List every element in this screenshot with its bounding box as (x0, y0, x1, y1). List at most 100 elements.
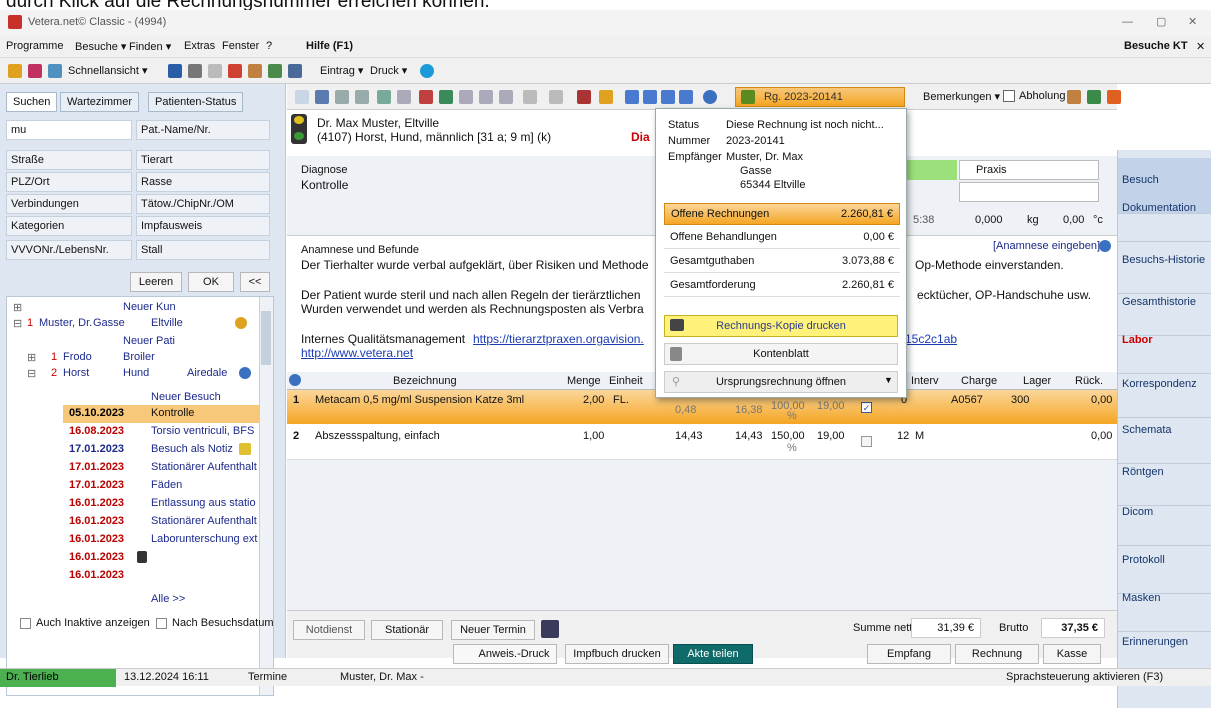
row-menge[interactable]: 1,00 (583, 430, 604, 442)
patient-icon[interactable] (8, 64, 22, 78)
row-bezeichnung[interactable]: Metacam 0,5 mg/ml Suspension Katze 3ml (315, 394, 524, 406)
row-rueck[interactable]: 0,00 (1091, 394, 1112, 406)
row-lager[interactable]: 300 (1011, 394, 1029, 406)
row-interv[interactable]: 12 (897, 430, 909, 442)
calculator-icon[interactable] (288, 64, 302, 78)
tab-patienten-status[interactable]: Patienten-Status (148, 92, 244, 112)
visit-date[interactable]: 05.10.2023 (69, 407, 124, 419)
info-icon[interactable] (703, 90, 717, 104)
neuer-termin-button[interactable]: Neuer Termin (451, 620, 535, 640)
prev-icon[interactable] (643, 90, 657, 104)
vvvo-field[interactable]: VVVONr./LebensNr. (6, 240, 132, 260)
visit-date[interactable]: 17.01.2023 (69, 479, 124, 491)
tab-wartezimmer[interactable]: Wartezimmer (60, 92, 139, 112)
akte-teilen-button[interactable]: Akte teilen (673, 644, 753, 664)
rasse-field[interactable]: Rasse (136, 172, 270, 192)
tree-expander[interactable]: ⊞ (13, 301, 22, 314)
print-icon[interactable] (28, 64, 42, 78)
scrollbar-thumb[interactable] (261, 311, 271, 365)
stationaer-button[interactable]: Stationär (371, 620, 443, 640)
tree-expander[interactable]: ⊞ (27, 351, 36, 364)
user-field[interactable]: Dr. Tierlieb (0, 669, 116, 687)
nav-dokumentation[interactable]: Dokumentation (1118, 186, 1211, 242)
tab-suchen[interactable]: Suchen (6, 92, 58, 112)
ursprungsrechnung-button[interactable]: Ursprungsrechnung öffnen (664, 371, 898, 393)
settings-icon[interactable] (188, 64, 202, 78)
menu-programme[interactable]: Programme (6, 40, 63, 52)
ok-button[interactable]: OK (188, 272, 234, 292)
tool-icon[interactable] (335, 90, 349, 104)
row-faktor[interactable]: 150,00 (771, 430, 805, 442)
pacman-icon[interactable] (1107, 90, 1121, 104)
scissors-icon[interactable] (248, 64, 262, 78)
owner-name[interactable]: Muster, Dr. (39, 317, 92, 329)
neuer-besuch-link[interactable]: Neuer Besuch (151, 391, 221, 403)
pet-name-horst[interactable]: Horst (63, 367, 89, 379)
rechnung-button[interactable]: Rg. 2023-20141 (735, 87, 905, 107)
calendar-icon[interactable] (541, 620, 559, 638)
druck-menu[interactable]: Druck ▾ (370, 64, 407, 77)
gesamtforderung-row[interactable]: Gesamtforderung 2.260,81 € (664, 275, 900, 297)
col-bezeichnung[interactable]: Bezeichnung (393, 375, 457, 387)
visit-label[interactable]: Fäden (151, 479, 182, 491)
weight-field[interactable]: 0,000 (975, 214, 1003, 226)
plz-ort-field[interactable]: PLZ/Ort (6, 172, 132, 192)
row-checkbox[interactable] (861, 436, 872, 447)
tool-icon[interactable] (355, 90, 369, 104)
close-window-button[interactable]: ✕ (1188, 15, 1197, 28)
verbindungen-field[interactable]: Verbindungen (6, 194, 132, 214)
visit-date[interactable]: 16.01.2023 (69, 569, 124, 581)
tool-icon[interactable] (523, 90, 537, 104)
collapse-button[interactable]: << (240, 272, 270, 292)
menu-besuche[interactable]: Besuche ▾ (75, 40, 126, 53)
info-icon[interactable] (239, 367, 251, 379)
tool-icon[interactable] (599, 90, 613, 104)
schnellansicht-menu[interactable]: Schnellansicht ▾ (68, 64, 148, 77)
rechnung-footer-button[interactable]: Rechnung (955, 644, 1039, 664)
col-charge[interactable]: Charge (961, 375, 997, 387)
kategorien-select[interactable]: Kategorien (6, 216, 132, 236)
gesamtguthaben-row[interactable]: Gesamtguthaben 3.073,88 € (664, 251, 900, 273)
tree-collapser[interactable]: ⊟ (27, 367, 36, 380)
bemerkungen-menu[interactable]: Bemerkungen ▾ (923, 90, 1000, 103)
visit-label[interactable]: Torsio ventriculi, BFS (151, 425, 254, 437)
col-lager[interactable]: Lager (1023, 375, 1051, 387)
leeren-button[interactable]: Leeren (130, 272, 182, 292)
alle-link[interactable]: Alle >> (151, 593, 185, 605)
sprachsteuerung-button[interactable]: Sprachsteuerung aktivieren (F3) (1006, 671, 1163, 683)
row-interv-unit[interactable]: M (915, 430, 924, 442)
anweis-druck-button[interactable]: Anweis.-Druck (453, 644, 557, 664)
col-einheit[interactable]: Einheit (609, 375, 643, 387)
last-icon[interactable] (679, 90, 693, 104)
tool-icon[interactable] (549, 90, 563, 104)
empfang-button[interactable]: Empfang (867, 644, 951, 664)
info-icon[interactable] (1099, 240, 1111, 252)
tool-icon[interactable] (439, 90, 453, 104)
kasse-button[interactable]: Kasse (1043, 644, 1101, 664)
row-menge[interactable]: 2,00 (583, 394, 604, 406)
row-checkbox[interactable]: ✓ (861, 402, 872, 413)
row-mwst[interactable]: 19,00 (817, 430, 845, 442)
notdienst-button[interactable]: Notdienst (293, 620, 365, 640)
tool-icon[interactable] (499, 90, 513, 104)
visit-date[interactable]: 16.08.2023 (69, 425, 124, 437)
stall-field[interactable]: Stall (136, 240, 270, 260)
books-icon[interactable] (208, 64, 222, 78)
tree-collapser[interactable]: ⊟ (13, 317, 22, 330)
visit-label[interactable]: Laborunterschung ext (151, 533, 257, 545)
row-rueck[interactable]: 0,00 (1091, 430, 1112, 442)
eintrag-menu[interactable]: Eintrag ▾ (320, 64, 363, 77)
neuer-kunde-link[interactable]: Neuer Kun (123, 301, 176, 313)
impfbuch-button[interactable]: Impfbuch drucken (565, 644, 669, 664)
inaktive-checkbox[interactable] (20, 618, 31, 629)
besuchsdatum-checkbox[interactable] (156, 618, 167, 629)
impfausweis-field[interactable]: Impfausweis (136, 216, 270, 236)
menu-hilfe[interactable]: Hilfe (F1) (306, 40, 353, 52)
menu-extras[interactable]: Extras (184, 40, 215, 52)
first-icon[interactable] (625, 90, 639, 104)
tag-icon[interactable] (228, 64, 242, 78)
visit-label[interactable]: Stationärer Aufenthalt (151, 515, 257, 527)
temp-field[interactable]: 0,00 (1063, 214, 1084, 226)
time-field[interactable]: 5:38 (913, 214, 934, 226)
col-interv[interactable]: Interv (911, 375, 939, 387)
